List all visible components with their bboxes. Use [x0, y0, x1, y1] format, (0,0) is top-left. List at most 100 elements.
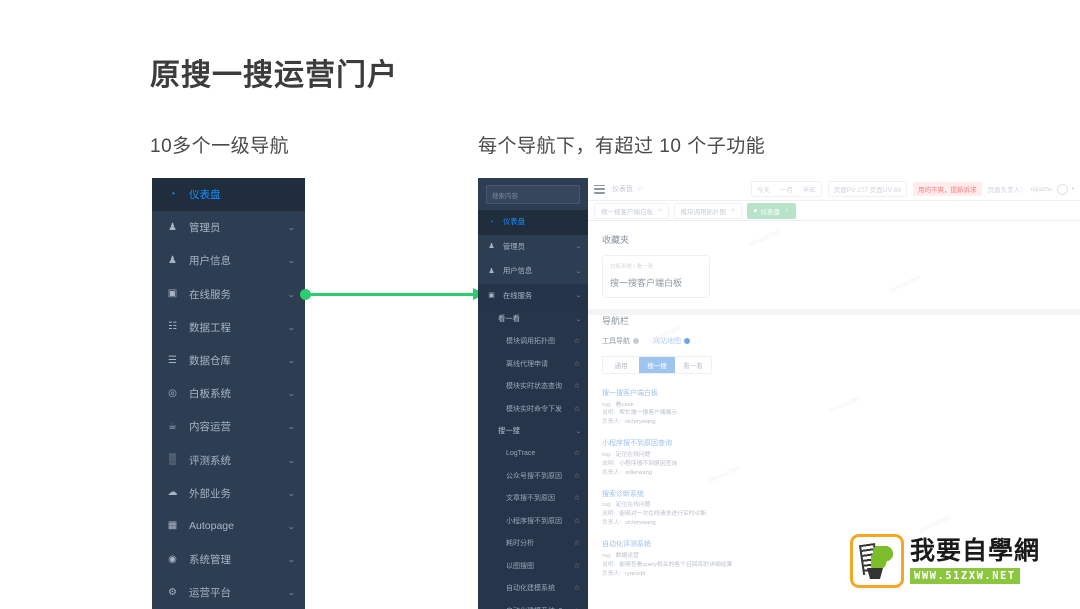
entry-title[interactable]: 小程序搜不到原因查询: [602, 438, 1080, 448]
navbar-subtab-2[interactable]: 看一看: [675, 357, 711, 373]
close-icon[interactable]: ×: [731, 208, 735, 214]
app-nav-subitem-1-2[interactable]: 文章搜不到原因 ☆: [478, 487, 588, 510]
page-icon: ▦: [167, 520, 178, 532]
sidebar-item-7[interactable]: ☕ 内容运营 ⌄: [152, 410, 305, 443]
sidebar-item-1[interactable]: ♟ 管理员 ⌄: [152, 211, 305, 244]
entry-title[interactable]: 搜索诊断系统: [602, 489, 1080, 499]
sidebar-item-10[interactable]: ▦ Autopage ⌄: [152, 510, 305, 543]
chevron-down-icon: ⌄: [575, 316, 582, 323]
entry-owner: 负责人: victorywang: [602, 419, 656, 426]
sidebar-item-0[interactable]: ◔ 仪表盘: [152, 178, 305, 212]
time-range-option-1[interactable]: 一月: [775, 182, 798, 196]
star-icon[interactable]: ☆: [574, 539, 580, 547]
time-range-segmented[interactable]: 今天 一月 半年: [750, 181, 822, 197]
star-icon[interactable]: ☆: [574, 405, 580, 413]
app-tab-1[interactable]: 模块调用拓扑图 ×: [673, 202, 742, 219]
navigation-entry-0[interactable]: 搜一搜客户端白板 tag: 看case 说明: 帮忙搜一搜客户端展示 负责人: victor…: [602, 388, 1080, 427]
app-nav-item-2[interactable]: ♟ 用户信息 ⌄: [478, 259, 588, 284]
app-tab-2[interactable]: 仪表盘 ×: [746, 202, 796, 219]
hamburger-icon[interactable]: [594, 184, 605, 194]
chevron-down-icon: ⌄: [575, 293, 582, 300]
app-nav-group-1[interactable]: 搜一搜 ⌄: [478, 420, 588, 442]
sidebar-item-label: 系统管理: [189, 554, 231, 567]
app-nav-subitem-1-6[interactable]: 自动化建模系统 ☆: [478, 577, 588, 600]
star-icon[interactable]: ☆: [574, 472, 580, 480]
app-nav-item-label: 在线服务: [503, 290, 533, 300]
sidebar-item-9[interactable]: ☁ 外部业务 ⌄: [152, 477, 305, 510]
sidebar-item-label: 数据工程: [189, 321, 231, 334]
star-icon[interactable]: ☆: [574, 449, 580, 457]
chevron-down-icon: ⌄: [575, 428, 582, 435]
favorite-name: 搜一搜客户端白板: [610, 278, 683, 288]
app-tab-0[interactable]: 搜一搜客户端白板 ×: [594, 202, 669, 219]
connector-arrow: [300, 288, 486, 302]
settings-icon: ⚙: [168, 586, 177, 598]
app-nav-item-0[interactable]: ◔ 仪表盘: [478, 210, 588, 235]
feedback-badge[interactable]: 用的不爽，提新诉求: [913, 182, 982, 196]
plant-ladder-logo-icon: [850, 534, 904, 588]
entry-title[interactable]: 搜一搜客户端白板: [602, 388, 1080, 398]
app-nav-item-1[interactable]: ♟ 管理员 ⌄: [478, 235, 588, 260]
navbar-tab-0[interactable]: 工具导航: [602, 336, 639, 346]
section-divider: [588, 309, 1080, 315]
navigation-entry-1[interactable]: 小程序搜不到原因查询 tag: 定位在线问题 说明: 小程序搜不到原因查询 负责人: wil…: [602, 438, 1080, 477]
navigation-entry-2[interactable]: 搜索诊断系统 tag: 定位在线问题 说明: 能够对一次在线请求进行实时诊断 负责人: vi…: [602, 489, 1080, 528]
app-nav-subitem-label: 模块实时状态查询: [506, 383, 562, 391]
chevron-down-icon: ⌄: [287, 455, 297, 465]
favorite-breadcrumb: 白板系统 / 看一看: [610, 264, 654, 270]
star-icon[interactable]: ☆: [574, 562, 580, 570]
app-nav-subitem-1-3[interactable]: 小程序搜不到原因 ☆: [478, 509, 588, 532]
favorites-title: 收藏夹: [602, 235, 630, 245]
navbar-subtab-0[interactable]: 通用: [603, 357, 639, 373]
entry-owner: 负责人: willerwang: [602, 469, 653, 476]
star-icon[interactable]: ☆: [574, 584, 580, 592]
chat-icon: ▣: [167, 288, 178, 300]
avatar-icon[interactable]: [1056, 183, 1068, 195]
sidebar-item-6[interactable]: ◎ 白板系统 ⌄: [152, 377, 305, 410]
help-icon[interactable]: [684, 338, 690, 344]
star-icon[interactable]: ☆: [637, 185, 643, 193]
star-icon[interactable]: ☆: [574, 337, 580, 345]
app-nav-subitem-1-4[interactable]: 耗时分析 ☆: [478, 532, 588, 555]
help-icon[interactable]: [633, 338, 639, 344]
app-nav-subitem-label: 以图搜图: [506, 562, 534, 570]
sidebar-item-11[interactable]: ◉ 系统管理 ⌄: [152, 543, 305, 576]
chat-icon: ▣: [488, 292, 495, 300]
star-icon[interactable]: ☆: [574, 382, 580, 390]
app-nav-subitem-0-2[interactable]: 模块实时状态查询 ☆: [478, 375, 588, 398]
navbar-tab-label: 网站地图: [653, 338, 681, 345]
app-nav-subitem-1-1[interactable]: 公众号搜不到原因 ☆: [478, 464, 588, 487]
close-icon[interactable]: ×: [658, 208, 662, 214]
time-range-option-0[interactable]: 今天: [752, 182, 775, 196]
app-nav-subitem-1-7[interactable]: 自动化建模系统v2☆: [478, 599, 588, 609]
sidebar-item-5[interactable]: ☰ 数据仓库 ⌄: [152, 344, 305, 377]
navbar-subtab-1[interactable]: 搜一搜: [639, 357, 675, 373]
app-nav-subitem-1-0[interactable]: LogTrace ☆: [478, 442, 588, 465]
star-icon[interactable]: ☆: [574, 494, 580, 502]
star-icon[interactable]: ☆: [574, 517, 580, 525]
favorite-card[interactable]: 白板系统 / 看一看 搜一搜客户端白板: [602, 255, 710, 298]
app-nav-group-0[interactable]: 看一看 ⌄: [478, 308, 588, 330]
app-nav-subitem-0-0[interactable]: 模块调用拓扑图 ☆: [478, 330, 588, 353]
sidebar-item-12[interactable]: ⚙ 运营平台 ⌄: [152, 576, 305, 609]
app-nav-subitem-0-1[interactable]: 离线代理申请 ☆: [478, 352, 588, 375]
navbar-tab-1[interactable]: 网站地图: [653, 336, 690, 346]
navbar-title: 导航栏: [602, 316, 630, 326]
navbar-tab-label: 工具导航: [602, 338, 630, 345]
chevron-down-icon: ⌄: [287, 389, 297, 399]
app-nav-subitem-1-5[interactable]: 以图搜图 ☆: [478, 554, 588, 577]
sidebar-item-3[interactable]: ▣ 在线服务 ⌄: [152, 278, 305, 311]
more-icon[interactable]: •: [1072, 186, 1074, 193]
left-sidebar-screenshot: ◔ 仪表盘 ♟ 管理员 ⌄ ♟ 用户信息 ⌄ ▣ 在线服务 ⌄ ☷ 数据工程 ⌄ ☰ 数据仓库 ⌄ ◎ 白板系统 ⌄ ☕…: [152, 178, 305, 609]
app-nav-subitem-label: 离线代理申请: [506, 360, 548, 368]
app-nav-subitem-0-3[interactable]: 模块实时命令下发 ☆: [478, 397, 588, 420]
sidebar-item-4[interactable]: ☷ 数据工程 ⌄: [152, 311, 305, 344]
close-icon[interactable]: ×: [785, 208, 789, 214]
sidebar-item-8[interactable]: ▒ 评测系统 ⌄: [152, 444, 305, 477]
chevron-down-icon: ⌄: [287, 356, 297, 366]
sidebar-item-2[interactable]: ♟ 用户信息 ⌄: [152, 244, 305, 277]
search-input[interactable]: 搜索内容: [486, 185, 580, 204]
app-nav-item-3[interactable]: ▣ 在线服务 ⌄: [478, 283, 588, 308]
time-range-option-2[interactable]: 半年: [798, 182, 821, 196]
star-icon[interactable]: ☆: [574, 360, 580, 368]
